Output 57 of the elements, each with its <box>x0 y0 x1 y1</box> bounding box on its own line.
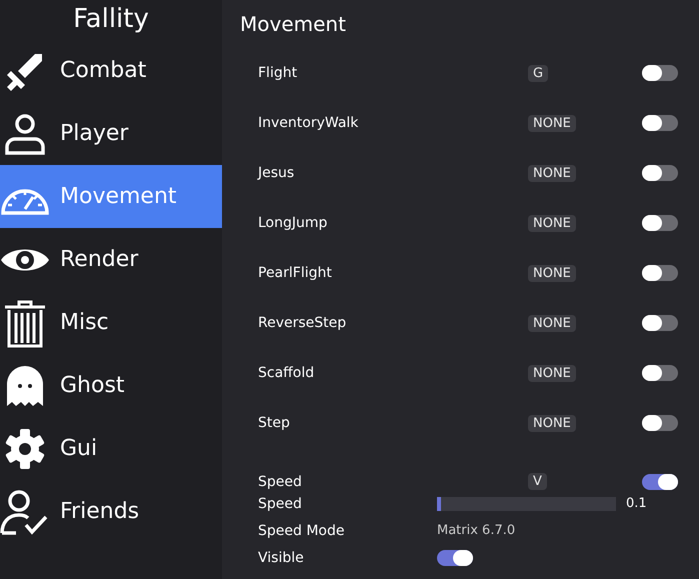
toggle-switch[interactable] <box>642 265 678 281</box>
panel-title: Movement <box>240 11 347 36</box>
module-name: Step <box>258 415 291 431</box>
module-name: ReverseStep <box>258 315 348 331</box>
person-icon <box>3 112 47 154</box>
keybind-button[interactable]: NONE <box>528 114 576 132</box>
toggle-switch[interactable] <box>642 165 678 181</box>
setting-label: Speed Mode <box>258 522 346 538</box>
category-label: Gui <box>60 436 98 461</box>
toggle-switch[interactable] <box>642 215 678 231</box>
toggle-switch[interactable] <box>642 365 678 381</box>
category-label: Combat <box>60 58 146 83</box>
category-label: Ghost <box>60 373 125 398</box>
module-name: Jesus <box>258 165 296 181</box>
category-item[interactable]: Player <box>0 102 222 165</box>
setting-label: Visible <box>258 550 305 566</box>
mode-value[interactable]: Matrix 6.7.0 <box>437 523 516 538</box>
module-name: LongJump <box>258 215 328 231</box>
category-label: Render <box>60 247 138 272</box>
module-name: PearlFlight <box>258 265 333 281</box>
module-name: InventoryWalk <box>258 115 360 131</box>
module-name: Speed <box>258 474 303 490</box>
slider-value: 0.1 <box>626 496 647 511</box>
app-title: Fallity <box>72 3 150 36</box>
toggle-switch[interactable] <box>437 550 473 566</box>
keybind-button[interactable]: NONE <box>528 164 576 182</box>
category-label: Friends <box>60 499 140 524</box>
category-item[interactable]: Gui <box>0 417 222 480</box>
category-item[interactable]: Movement <box>0 165 222 228</box>
trash-icon <box>3 298 47 348</box>
toggle-switch[interactable] <box>642 315 678 331</box>
toggle-switch[interactable] <box>642 65 678 81</box>
ghost-icon <box>5 366 45 406</box>
slider-track[interactable] <box>437 496 616 510</box>
keybind-button[interactable]: NONE <box>528 414 576 432</box>
module-name: Flight <box>258 65 298 81</box>
category-item[interactable]: Combat <box>0 39 222 102</box>
keybind-button[interactable]: V <box>528 473 547 490</box>
module-name: Scaffold <box>258 365 316 381</box>
keybind-button[interactable]: NONE <box>528 264 576 282</box>
category-item[interactable]: Friends <box>0 480 222 543</box>
category-item[interactable]: Misc <box>0 291 222 354</box>
category-item[interactable]: Ghost <box>0 354 222 417</box>
category-label: Player <box>60 121 128 146</box>
keybind-button[interactable]: NONE <box>528 364 576 382</box>
keybind-button[interactable]: G <box>528 64 548 82</box>
toggle-switch[interactable] <box>642 115 678 131</box>
category-item[interactable]: Render <box>0 228 222 291</box>
toggle-switch[interactable] <box>642 474 678 490</box>
category-label: Misc <box>60 310 109 335</box>
category-label: Movement <box>60 184 177 209</box>
keybind-button[interactable]: NONE <box>528 314 576 332</box>
toggle-switch[interactable] <box>642 415 678 431</box>
setting-label: Speed <box>258 496 303 512</box>
keybind-button[interactable]: NONE <box>528 214 576 232</box>
gear-icon <box>4 428 46 470</box>
person-check-icon <box>0 488 50 534</box>
